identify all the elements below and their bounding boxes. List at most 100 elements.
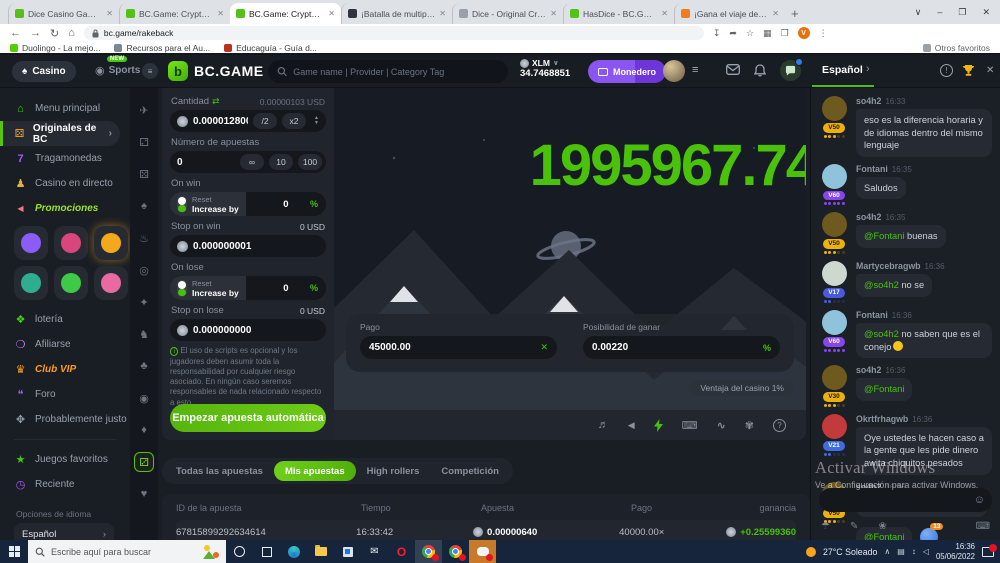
game-search[interactable] (268, 60, 508, 83)
edge-icon[interactable] (280, 540, 307, 563)
back-icon[interactable]: ← (10, 27, 21, 39)
tray-expand-icon[interactable]: ∧ (884, 547, 890, 556)
start-autobet-button[interactable]: Empezar apuesta automática (170, 404, 326, 432)
chrome-icon-active[interactable] (415, 540, 442, 563)
chrome-icon-secondary[interactable] (442, 540, 469, 563)
wallet-button[interactable]: Monedero (588, 60, 666, 83)
chat-rules-icon[interactable]: ⌨ (976, 521, 990, 532)
sound-icon[interactable]: ◀ (628, 420, 635, 431)
strip-game-icon[interactable]: ⚁ (134, 132, 154, 152)
browser-tab[interactable]: Dice Casino Game - BC.GAME✕ (8, 3, 119, 24)
browser-profile-avatar[interactable]: V (798, 27, 810, 39)
avatar[interactable] (822, 164, 847, 189)
sidebar-item-casino-en-directo[interactable]: ♟Casino en directo (0, 171, 130, 196)
chat-username[interactable]: Okrtfrhagwb16:36 (856, 414, 992, 424)
help-icon[interactable]: ? (773, 419, 786, 432)
sidebar-item-club-vip[interactable]: ♛Club VIP (0, 357, 130, 382)
nav-collapse-icon[interactable]: ≡ (142, 63, 158, 79)
tab-mis-apuestas[interactable]: Mis apuestas (274, 461, 356, 481)
chat-toggle-icon[interactable] (780, 60, 801, 81)
sidebar-item-promociones[interactable]: ◀Promociones (0, 196, 130, 221)
emoji-picker-icon[interactable]: ☺ (974, 494, 985, 506)
strip-game-icon[interactable]: ◉ (134, 388, 154, 408)
download-icon[interactable]: ↧ (713, 28, 721, 39)
music-icon[interactable]: ♬ (598, 419, 609, 431)
bcgame-logo[interactable]: b BC.GAME (168, 61, 264, 81)
chat-input-field[interactable]: ☺ (819, 488, 992, 512)
strip-game-icon[interactable]: ♥ (134, 484, 154, 504)
reset-increase-toggle[interactable] (177, 196, 187, 213)
live-stats-icon[interactable]: ∿ (717, 419, 726, 432)
discord-icon[interactable] (469, 540, 496, 563)
forward-icon[interactable]: → (30, 27, 41, 39)
sidebar-item-foro[interactable]: ❝Foro (0, 382, 130, 407)
weather-sun-icon[interactable] (806, 547, 816, 557)
on-win-mode[interactable]: ResetIncrease by (170, 192, 246, 216)
promo-tile-spin[interactable] (14, 226, 48, 260)
chat-close-icon[interactable]: ✕ (986, 65, 994, 76)
reset-increase-toggle[interactable] (177, 280, 187, 297)
avatar[interactable] (822, 310, 847, 335)
game-search-input[interactable] (293, 67, 499, 77)
bookmark-star-icon[interactable]: ☆ (746, 28, 754, 39)
avatar[interactable] (822, 414, 847, 439)
language-select[interactable]: Español› (14, 523, 114, 540)
bookmark-item[interactable]: Duolingo - La mejo... (10, 43, 100, 53)
chat-message-input[interactable] (826, 495, 974, 505)
network-icon[interactable]: ↕ (912, 547, 916, 556)
strip-game-icon[interactable]: ♦ (134, 420, 154, 440)
tab-todas-las-apuestas[interactable]: Todas las apuestas (165, 461, 274, 481)
browser-tab[interactable]: BC.Game: Crypto Casino Games✕ (119, 3, 230, 24)
tab-search-icon[interactable]: ∨ (915, 7, 922, 18)
avatar[interactable] (822, 365, 847, 390)
sidebar-item-afiliarse[interactable]: ❍Afiliarse (0, 332, 130, 357)
extensions-icon[interactable]: ▦ (763, 28, 772, 39)
tab-close-icon[interactable]: ✕ (328, 9, 335, 18)
sidebar-item-loteria[interactable]: ❖lotería (0, 307, 130, 332)
promo-tile-coins[interactable] (94, 266, 128, 300)
browser-tab[interactable]: ¡Batalla de multiplicadores por c✕ (341, 3, 452, 24)
trophy-icon[interactable] (962, 64, 975, 77)
minimize-button[interactable]: – (937, 7, 942, 18)
strip-game-icon[interactable]: ✦ (134, 292, 154, 312)
seed-icon[interactable]: ❀ (878, 521, 886, 532)
tab-close-icon[interactable]: ✕ (439, 9, 446, 18)
share-icon[interactable]: ➦ (729, 28, 737, 39)
tab-competicion[interactable]: Competición (430, 461, 510, 481)
amount-stepper[interactable]: ▲▼ (311, 116, 322, 126)
half-bet-button[interactable]: /2 (253, 113, 277, 129)
browser-tab-active[interactable]: BC.Game: Crypto Casino Games✕ (230, 3, 341, 24)
other-bookmarks[interactable]: Otros favoritos (923, 43, 990, 53)
sidebar-item-juegos-favoritos[interactable]: ★Juegos favoritos (0, 447, 130, 472)
sidebar-item-reciente[interactable]: ◷Reciente (0, 472, 130, 497)
avatar[interactable] (822, 261, 847, 286)
on-lose-mode[interactable]: ResetIncrease by (170, 276, 246, 300)
sidebar-item-menu-principal[interactable]: ⌂Menu principal (0, 96, 130, 121)
pencil-icon[interactable]: ✎ (850, 521, 858, 532)
chat-username[interactable]: so4h216:35 (856, 212, 992, 222)
bets-count-input[interactable] (177, 157, 235, 168)
on-lose-percent-field[interactable]: 0% (246, 276, 326, 300)
infinite-bets-button[interactable]: ∞ (240, 154, 264, 170)
avatar[interactable] (822, 212, 847, 237)
sidebar-item-tragamonedas[interactable]: 7Tragamonedas (0, 146, 130, 171)
home-icon[interactable]: ⌂ (68, 27, 75, 39)
microsoft-store-icon[interactable] (334, 540, 361, 563)
strip-game-icon[interactable]: ♨ (134, 228, 154, 248)
bell-icon[interactable] (754, 64, 766, 77)
avatar[interactable] (822, 96, 847, 121)
chat-username[interactable]: so4h216:33 (856, 96, 992, 106)
turbo-bolt-icon[interactable] (654, 419, 663, 432)
restore-button[interactable]: ❐ (958, 7, 966, 18)
close-button[interactable]: ✕ (982, 7, 990, 18)
chat-room-tab[interactable]: Español (822, 64, 863, 76)
currency-swap-icon[interactable]: ⇄ (212, 96, 220, 106)
sidebar-item-originales-de-bc[interactable]: ⚄Originales de BC› (0, 121, 120, 146)
tab-high-rollers[interactable]: High rollers (356, 461, 431, 481)
sports-toggle[interactable]: NEW◉Sports (95, 64, 140, 77)
task-view-icon[interactable] (253, 540, 280, 563)
profile-menu-icon[interactable]: ≡ (692, 64, 698, 76)
chevron-right-icon[interactable]: › (866, 63, 870, 75)
tab-close-icon[interactable]: ✕ (106, 9, 113, 18)
weather-text[interactable]: 27°C Soleado (823, 547, 877, 557)
